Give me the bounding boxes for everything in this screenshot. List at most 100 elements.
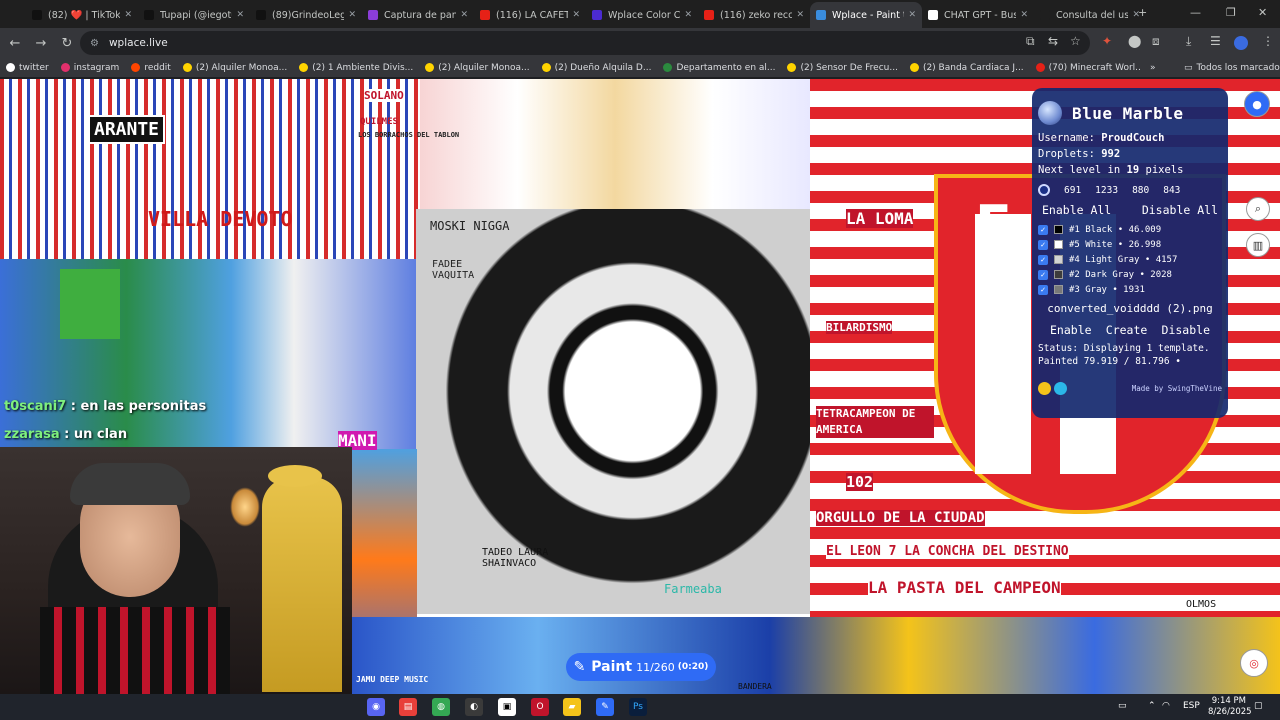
reading-list-icon[interactable]: ☰ [1210,34,1221,48]
close-window-button[interactable]: ✕ [1258,6,1267,19]
bookmark-item[interactable]: (2) 1 Ambiente Divis... [293,63,419,73]
back-button[interactable]: ← [2,30,28,56]
tab[interactable]: Consulta del usu ✕ [1034,2,1146,28]
tab[interactable]: Wplace Color Cor✕ [586,2,698,28]
bookmarks-overflow[interactable]: » [1144,63,1162,73]
all-bookmarks[interactable]: ▭Todos los marcadores [1178,63,1280,73]
new-tab-button[interactable]: + [1138,6,1147,19]
tab[interactable]: (116) zeko reccio✕ [698,2,810,28]
checkbox[interactable]: ✓ [1038,254,1048,265]
install-app-icon[interactable]: ⧉ [1026,34,1035,49]
color-row[interactable]: ✓ #3 Gray • 1931 [1038,282,1222,297]
maximize-button[interactable]: ❐ [1226,6,1236,19]
template-filename[interactable]: converted_voidddd (2).png [1038,302,1222,318]
enable-all-button[interactable]: Enable All [1038,202,1115,218]
language-indicator[interactable]: ESP [1183,701,1200,711]
close-tab-icon[interactable]: ✕ [796,10,804,20]
translate-icon[interactable]: ⇆ [1048,34,1058,48]
tab[interactable]: Tupapi (@iegotup ✕ [138,2,250,28]
bookmark-item[interactable]: (2) Alquiler Monoa... [419,63,535,73]
bookmark-item[interactable]: twitter [0,63,55,73]
color-list[interactable]: ✓ #1 Black • 46.009 ✓ #5 White • 26.998 ✓ #4 … [1038,222,1222,298]
checkbox[interactable]: ✓ [1038,284,1048,295]
forward-button[interactable]: → [28,30,54,56]
blue-marble-panel[interactable]: Blue Marble Username: ProudCouch Droplet… [1032,88,1228,418]
download-icon[interactable]: ⤓ [1186,34,1191,49]
close-tab-icon[interactable]: ✕ [572,10,580,20]
color-row[interactable]: ✓ #2 Dark Gray • 2028 [1038,267,1222,282]
bookmark-item[interactable]: instagram [55,63,126,73]
close-tab-icon[interactable]: ✕ [908,10,916,20]
disable-all-button[interactable]: Disable All [1138,202,1222,218]
close-tab-icon[interactable]: ✕ [1020,10,1028,20]
bookmark-item[interactable]: reddit [125,63,177,73]
bookmark-item[interactable]: (2) Banda Cardiaca J... [904,63,1030,73]
address-bar[interactable]: ⚙ wplace.live [80,31,1090,55]
capcut-icon[interactable]: ▣ [498,698,516,716]
coord-px[interactable]: 880 [1132,185,1149,196]
checkbox[interactable]: ✓ [1038,224,1048,235]
photoshop-icon[interactable]: Ps [629,698,647,716]
discord-icon[interactable]: ◉ [367,698,385,716]
app-icon[interactable]: ▤ [399,698,417,716]
tab[interactable]: Wplace - Paint th ✕ [810,2,922,28]
globe-icon[interactable] [1038,101,1062,125]
create-button[interactable]: Create [1102,322,1152,338]
bookmark-label: (2) Banda Cardiaca J... [922,62,1024,73]
obs-icon[interactable]: ◐ [465,698,483,716]
panel-header[interactable]: Blue Marble [1038,96,1222,130]
bookmark-item[interactable]: Departamento en al... [657,63,781,73]
paint-app-icon[interactable]: ✎ [596,698,614,716]
user-avatar-button[interactable]: ● [1244,91,1270,117]
extension-icon[interactable]: ✦ [1102,34,1112,48]
bookmark-item[interactable]: (70) Minecraft Worl... [1030,63,1140,73]
tab[interactable]: (89)GrindeoLegen✕ [250,2,362,28]
menu-kebab-icon[interactable]: ⋮ [1262,34,1274,48]
site-info-icon[interactable]: ⚙ [90,38,99,49]
search-icon[interactable]: ⌕ [1246,197,1270,221]
reload-button[interactable]: ↻ [54,30,80,56]
locate-icon[interactable]: ◎ [1240,649,1268,677]
close-tab-icon[interactable]: ✕ [124,10,132,20]
opera-icon[interactable]: O [531,698,549,716]
wifi-icon[interactable]: ◠ [1162,701,1170,711]
coord-tx[interactable]: 691 [1064,185,1081,196]
notification-icon[interactable]: ▢ [1254,701,1263,711]
minimize-button[interactable]: — [1190,6,1201,19]
bookmark-item[interactable]: (2) Sensor De Frecu... [781,63,903,73]
profile-avatar[interactable] [1234,36,1248,50]
folder-icon[interactable]: ▰ [563,698,581,716]
bookmark-item[interactable]: (2) Dueño Alquila D... [536,63,658,73]
move-panel-icon[interactable] [1054,382,1067,395]
coord-py[interactable]: 843 [1163,185,1180,196]
tab[interactable]: CHAT GPT - Busc ✕ [922,2,1034,28]
tray-icon[interactable]: ▭ [1118,701,1127,711]
tray-chevron-icon[interactable]: ⌃ [1148,701,1156,711]
close-tab-icon[interactable]: ✕ [348,10,356,20]
close-tab-icon[interactable]: ✕ [684,10,692,20]
tab[interactable]: (82) ❤️ | TikTok ✕ [26,2,138,28]
tab[interactable]: Captura de panta✕ [362,2,474,28]
creeper-art [60,269,120,339]
coord-ty[interactable]: 1233 [1095,185,1118,196]
bookmark-item[interactable]: (2) Alquiler Monoa... [177,63,293,73]
tab[interactable]: (116) LA CAFETER✕ [474,2,586,28]
checkbox[interactable]: ✓ [1038,269,1048,280]
color-row[interactable]: ✓ #4 Light Gray • 4157 [1038,252,1222,267]
chrome-icon[interactable]: ◍ [432,698,450,716]
paint-button[interactable]: ✎ Paint 11/260 (0:20) [566,653,716,681]
bookmark-star-icon[interactable]: ☆ [1070,34,1081,48]
color-row[interactable]: ✓ #5 White • 26.998 [1038,237,1222,252]
clock[interactable]: 9:14 PM 8/26/2025 [1208,696,1252,718]
extensions-puzzle-icon[interactable]: ⧈ [1152,34,1160,49]
minimize-panel-icon[interactable] [1038,382,1051,395]
pin-icon[interactable] [1038,184,1050,196]
close-tab-icon[interactable]: ✕ [460,10,468,20]
close-tab-icon[interactable]: ✕ [236,10,244,20]
checkbox[interactable]: ✓ [1038,239,1048,250]
color-row[interactable]: ✓ #1 Black • 46.009 [1038,222,1222,237]
enable-button[interactable]: Enable [1046,322,1096,338]
leaderboard-icon[interactable]: ▥ [1246,233,1270,257]
disable-button[interactable]: Disable [1158,322,1214,338]
extension-icon-2[interactable]: ⬤ [1128,34,1141,48]
